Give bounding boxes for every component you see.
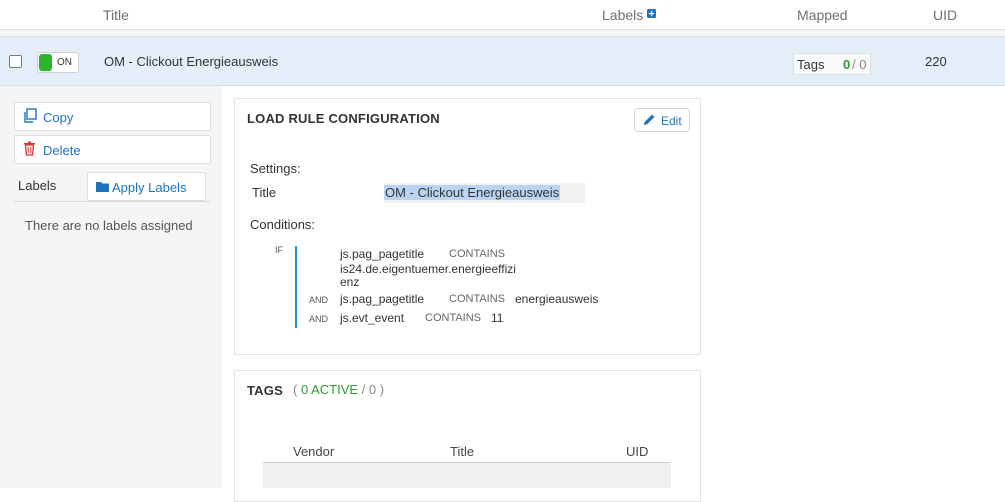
tags-label: Tags (797, 57, 825, 72)
trash-icon (24, 141, 35, 156)
plus-square-icon[interactable] (647, 9, 656, 18)
setting-title-value-box: OM - Clickout Energieausweis (384, 183, 585, 203)
condition-value-continued: enz (340, 275, 360, 289)
delete-button[interactable]: Delete (14, 135, 211, 164)
load-rule-row[interactable]: ON OM - Clickout Energieausweis Tags 0 /… (0, 37, 1005, 86)
column-header-uid[interactable]: UID (933, 7, 957, 23)
tags-count-badge[interactable]: Tags 0 / 0 (793, 53, 871, 75)
tags-total-text: / 0 ) (361, 382, 385, 397)
tags-active-count: 0 (843, 57, 851, 72)
tags-table-body (263, 463, 671, 488)
condition-operator: AND (309, 295, 329, 305)
copy-icon (24, 108, 37, 123)
toggle-label: ON (57, 57, 72, 68)
condition-variable: js.evt_event (340, 311, 405, 325)
rule-title[interactable]: OM - Clickout Energieausweis (104, 54, 278, 69)
divider (14, 201, 210, 202)
conditions-heading: Conditions: (250, 217, 316, 232)
tags-column-title[interactable]: Title (450, 444, 474, 459)
tags-active-summary: ( 0 ACTIVE / 0 ) (293, 382, 384, 397)
condition-variable: js.pag_pagetitle (340, 292, 425, 306)
condition-operator: IF (275, 245, 283, 255)
column-header-title[interactable]: Title (103, 7, 129, 23)
toggle-knob (39, 54, 52, 71)
edit-label: Edit (661, 114, 682, 128)
apply-labels-label: Apply Labels (112, 180, 187, 195)
rule-uid: 220 (925, 54, 947, 69)
folder-icon (96, 182, 109, 192)
apply-labels-button[interactable]: Apply Labels (87, 172, 206, 201)
copy-label: Copy (43, 110, 74, 125)
settings-heading: Settings: (250, 161, 301, 176)
tags-heading: TAGS (247, 383, 283, 398)
tags-column-uid[interactable]: UID (626, 444, 648, 459)
condition-variable: js.pag_pagetitle (340, 247, 425, 261)
labels-heading: Labels (18, 178, 57, 193)
setting-title-value[interactable]: OM - Clickout Energieausweis (384, 185, 561, 200)
status-toggle[interactable]: ON (37, 52, 79, 73)
condition-group-bar (295, 246, 297, 328)
condition-operator: AND (309, 314, 329, 324)
open-paren: ( (293, 382, 298, 397)
no-labels-message: There are no labels assigned (25, 218, 193, 233)
config-heading: LOAD RULE CONFIGURATION (247, 111, 440, 126)
condition-value: energieausweis (515, 292, 599, 306)
setting-title-key: Title (252, 185, 277, 200)
condition-comparator: CONTAINS (449, 293, 506, 305)
condition-comparator: CONTAINS (425, 312, 482, 324)
condition-value: 11 (491, 311, 504, 325)
condition-value: is24.de.eigentuemer.energieeffizi (340, 262, 516, 276)
tags-active-text: 0 ACTIVE (300, 382, 359, 397)
tags-total-count: / 0 (852, 57, 867, 72)
tags-column-vendor[interactable]: Vendor (293, 444, 334, 459)
condition-comparator: CONTAINS (449, 248, 506, 260)
edit-button[interactable]: Edit (634, 108, 690, 132)
delete-label: Delete (43, 143, 81, 158)
column-header-labels[interactable]: Labels (602, 7, 643, 23)
row-checkbox[interactable] (9, 55, 22, 68)
header-separator (0, 30, 1005, 37)
pencil-icon (644, 114, 655, 125)
column-header-mapped[interactable]: Mapped (797, 7, 848, 23)
copy-button[interactable]: Copy (14, 102, 211, 131)
table-header: Title Labels Mapped UID (0, 0, 1005, 30)
